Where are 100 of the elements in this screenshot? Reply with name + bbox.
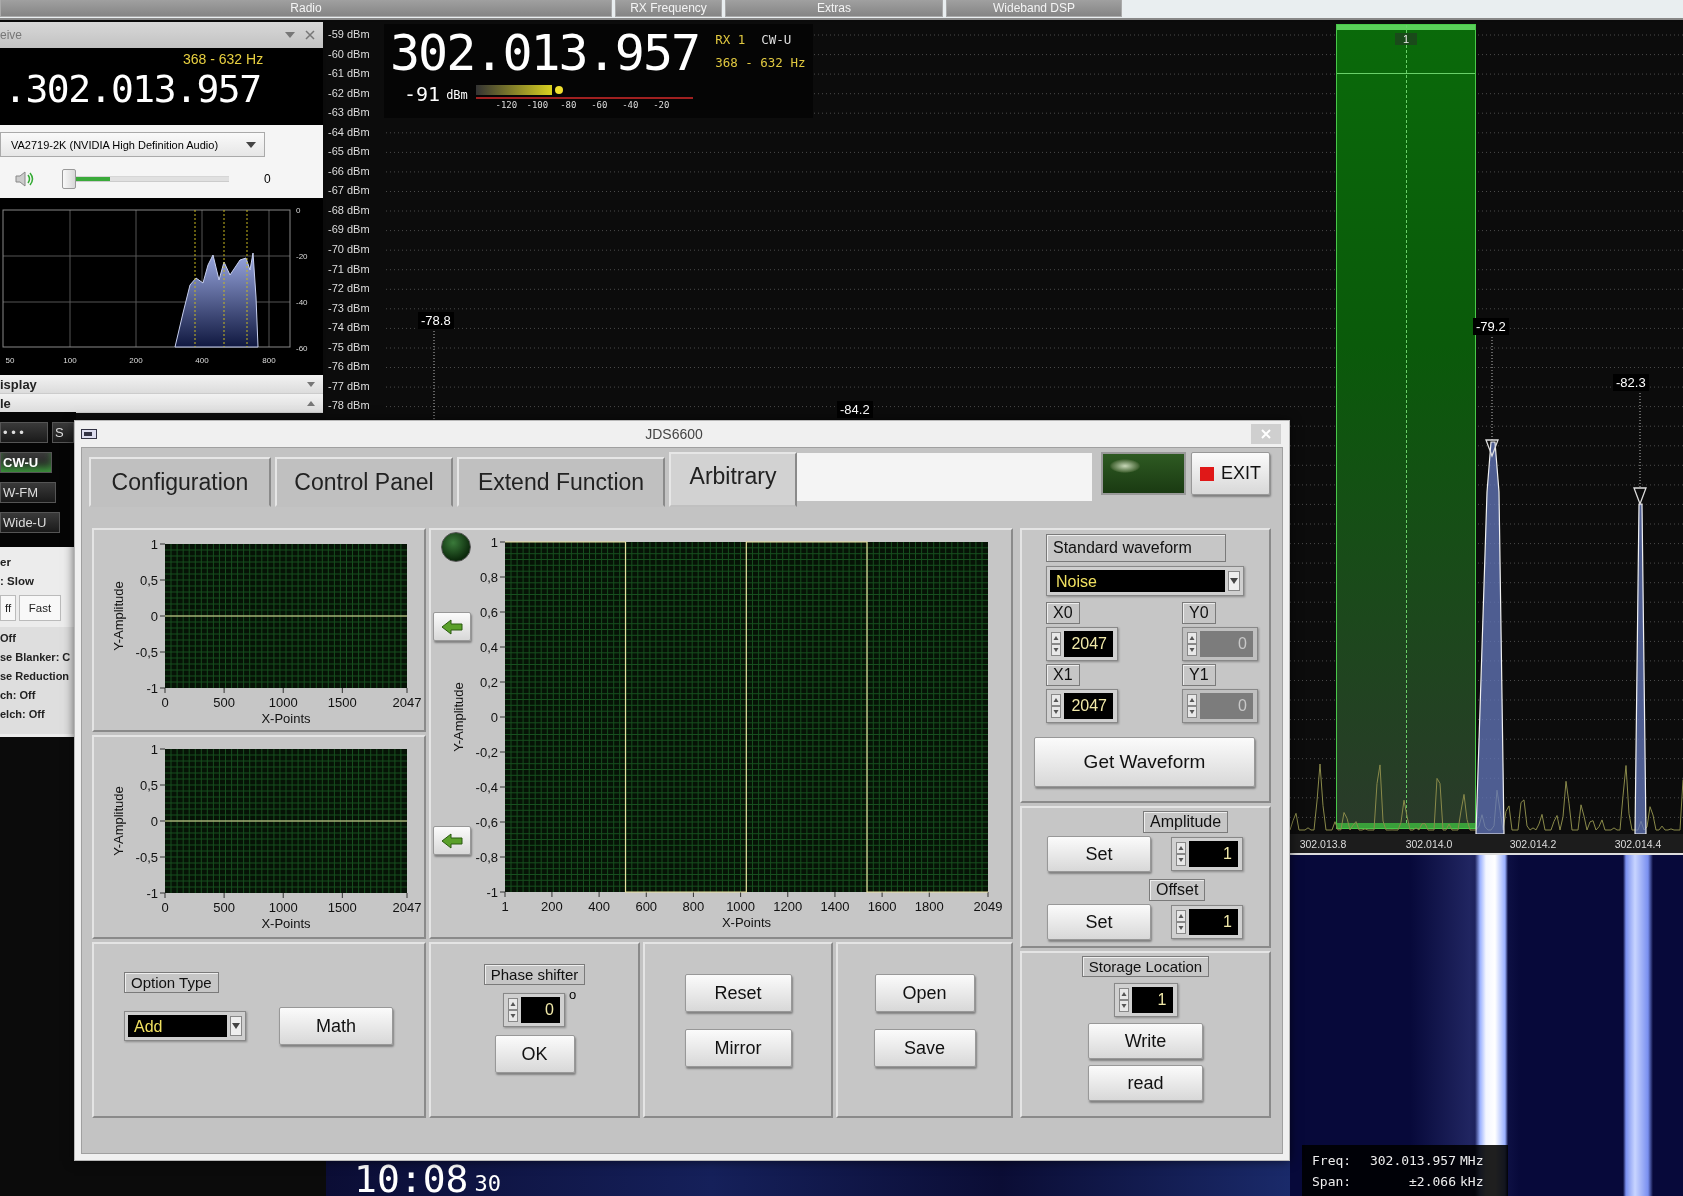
spin-arrows-icon[interactable] xyxy=(1176,910,1186,934)
numeric-field[interactable]: 0 xyxy=(502,993,565,1027)
numeric-field[interactable]: 1 xyxy=(1171,905,1243,939)
speaker-icon[interactable] xyxy=(14,170,36,188)
mode-button[interactable]: • • • xyxy=(0,422,48,443)
mode-button[interactable]: W-FM xyxy=(0,482,56,503)
numeric-field[interactable]: 2047 xyxy=(1046,689,1118,723)
peak-marker-icon xyxy=(1633,487,1647,506)
close-icon[interactable] xyxy=(305,30,315,40)
axis-tick-label: -0,5 xyxy=(135,849,158,865)
save-button[interactable]: Save xyxy=(873,1029,976,1067)
mode-button[interactable]: Wide-U xyxy=(0,512,60,533)
filter-range-text: 368 - 632 Hz xyxy=(715,55,806,70)
axis-tick-label: 302.013.8 xyxy=(1299,838,1347,850)
caret-icon[interactable] xyxy=(232,1023,240,1029)
numeric-field[interactable]: 1 xyxy=(1171,837,1243,871)
open-button[interactable]: Open xyxy=(874,974,975,1012)
read-button[interactable]: read xyxy=(1088,1065,1203,1101)
field-label: X1 xyxy=(1046,664,1080,686)
arrow-button[interactable] xyxy=(433,826,471,855)
axis-title: X-Points xyxy=(721,915,772,930)
axis-tick-label: -40 xyxy=(296,298,308,307)
axis-tick-label: -1 xyxy=(486,884,498,900)
axis-tick-label: 0,5 xyxy=(139,572,158,588)
scale-label: -67 dBm xyxy=(328,183,370,199)
section-header[interactable]: le xyxy=(0,394,323,413)
scale-label: -69 dBm xyxy=(328,222,370,238)
scale-label: -70 dBm xyxy=(328,242,370,257)
arrow-button[interactable] xyxy=(433,612,471,641)
info-value: ±2.066 xyxy=(1408,1173,1457,1189)
mode-button[interactable]: CW-U xyxy=(0,452,52,473)
slider-thumb[interactable] xyxy=(62,169,76,189)
numeric-field[interactable]: 1 xyxy=(1113,983,1178,1017)
frequency-readout: .302.013.957 xyxy=(4,67,262,111)
mode-button[interactable]: S xyxy=(52,422,74,443)
chevron-icon[interactable] xyxy=(307,381,315,387)
axis-tick-label: 1400 xyxy=(820,899,850,914)
exit-button[interactable]: EXIT xyxy=(1191,452,1270,495)
scale-label: -78 dBm xyxy=(328,398,370,414)
math-button[interactable]: Math xyxy=(279,1007,393,1045)
left-arrow-icon xyxy=(441,832,463,849)
info-label: Freq: xyxy=(1312,1152,1353,1168)
axis-tick-label: 0 xyxy=(161,900,169,915)
tab[interactable]: Arbitrary xyxy=(669,452,797,507)
field-label: Offset xyxy=(1149,879,1206,901)
spin-arrows-icon[interactable] xyxy=(1051,632,1061,656)
tab[interactable]: Configuration xyxy=(89,457,271,507)
axis-tick-label: 1000 xyxy=(268,900,298,915)
scale-label: -73 dBm xyxy=(328,300,370,316)
reset-button[interactable]: Reset xyxy=(684,974,792,1012)
info-unit: MHz xyxy=(1460,1152,1485,1168)
field-label: Phase shifter xyxy=(483,964,586,985)
section-header[interactable]: isplay xyxy=(0,375,323,394)
set-button[interactable]: Set xyxy=(1047,904,1151,940)
caret-icon[interactable] xyxy=(1230,578,1238,584)
spin-arrows-icon[interactable] xyxy=(1118,988,1129,1012)
agc-button[interactable]: Fast xyxy=(19,595,61,621)
axis-tick-label: -60 xyxy=(296,344,308,353)
tab[interactable]: Control Panel xyxy=(275,457,453,507)
scale-label: -72 dBm xyxy=(328,281,370,297)
axis-tick-label: 0 xyxy=(296,206,301,215)
axis-tick-label: 0,5 xyxy=(139,777,158,793)
numeric-field[interactable]: 2047 xyxy=(1046,627,1118,661)
meter-tick-label: -40 xyxy=(621,100,640,110)
info-label: Span: xyxy=(1312,1173,1353,1189)
axis-tick-label: 1000 xyxy=(726,899,756,914)
audio-device-dropdown[interactable]: VA2719-2K (NVIDIA High Definition Audio) xyxy=(0,132,265,157)
caret-icon[interactable] xyxy=(246,141,256,148)
option-type-dropdown[interactable]: Add xyxy=(124,1011,246,1041)
axis-tick-label: 0,2 xyxy=(479,674,498,690)
agc-button[interactable]: ff xyxy=(0,595,16,621)
scale-label: -63 dBm xyxy=(328,105,370,121)
spin-arrows-icon[interactable] xyxy=(1051,694,1061,718)
axis-tick-label: 302.014.2 xyxy=(1509,838,1557,850)
dropdown-arrow-icon[interactable] xyxy=(285,32,295,38)
axis-tick-label: -20 xyxy=(296,252,308,261)
scale-label: -75 dBm xyxy=(328,339,370,355)
axis-tick-label: 0,6 xyxy=(479,604,498,620)
spin-arrows-icon[interactable] xyxy=(507,998,518,1022)
waveform-dropdown[interactable]: Noise xyxy=(1046,566,1244,596)
get-waveform-button[interactable]: Get Waveform xyxy=(1034,737,1255,787)
axis-tick-label: -0,4 xyxy=(475,779,498,795)
field-label: Storage Location xyxy=(1081,956,1210,977)
scale-label: -68 dBm xyxy=(328,202,370,218)
write-button[interactable]: Write xyxy=(1088,1023,1203,1059)
scale-label: -60 dBm xyxy=(328,46,370,62)
axis-tick-label: 50 xyxy=(5,356,15,365)
ok-button[interactable]: OK xyxy=(494,1035,575,1073)
mirror-button[interactable]: Mirror xyxy=(684,1029,792,1067)
peak-value-label: -84.2 xyxy=(837,401,873,418)
peak-value-label: -79.2 xyxy=(1473,318,1509,335)
chevron-icon[interactable] xyxy=(307,400,315,406)
spin-arrows-icon[interactable] xyxy=(1176,842,1186,866)
tab[interactable]: Extend Function xyxy=(457,457,665,507)
status-text: ch: Off xyxy=(0,688,37,703)
axis-tick-label: 1 xyxy=(501,899,509,914)
status-text: se Reduction xyxy=(0,669,71,684)
axis-tick-label: -0,5 xyxy=(135,644,158,660)
set-button[interactable]: Set xyxy=(1047,836,1151,872)
agc-value: : Slow xyxy=(0,574,35,589)
